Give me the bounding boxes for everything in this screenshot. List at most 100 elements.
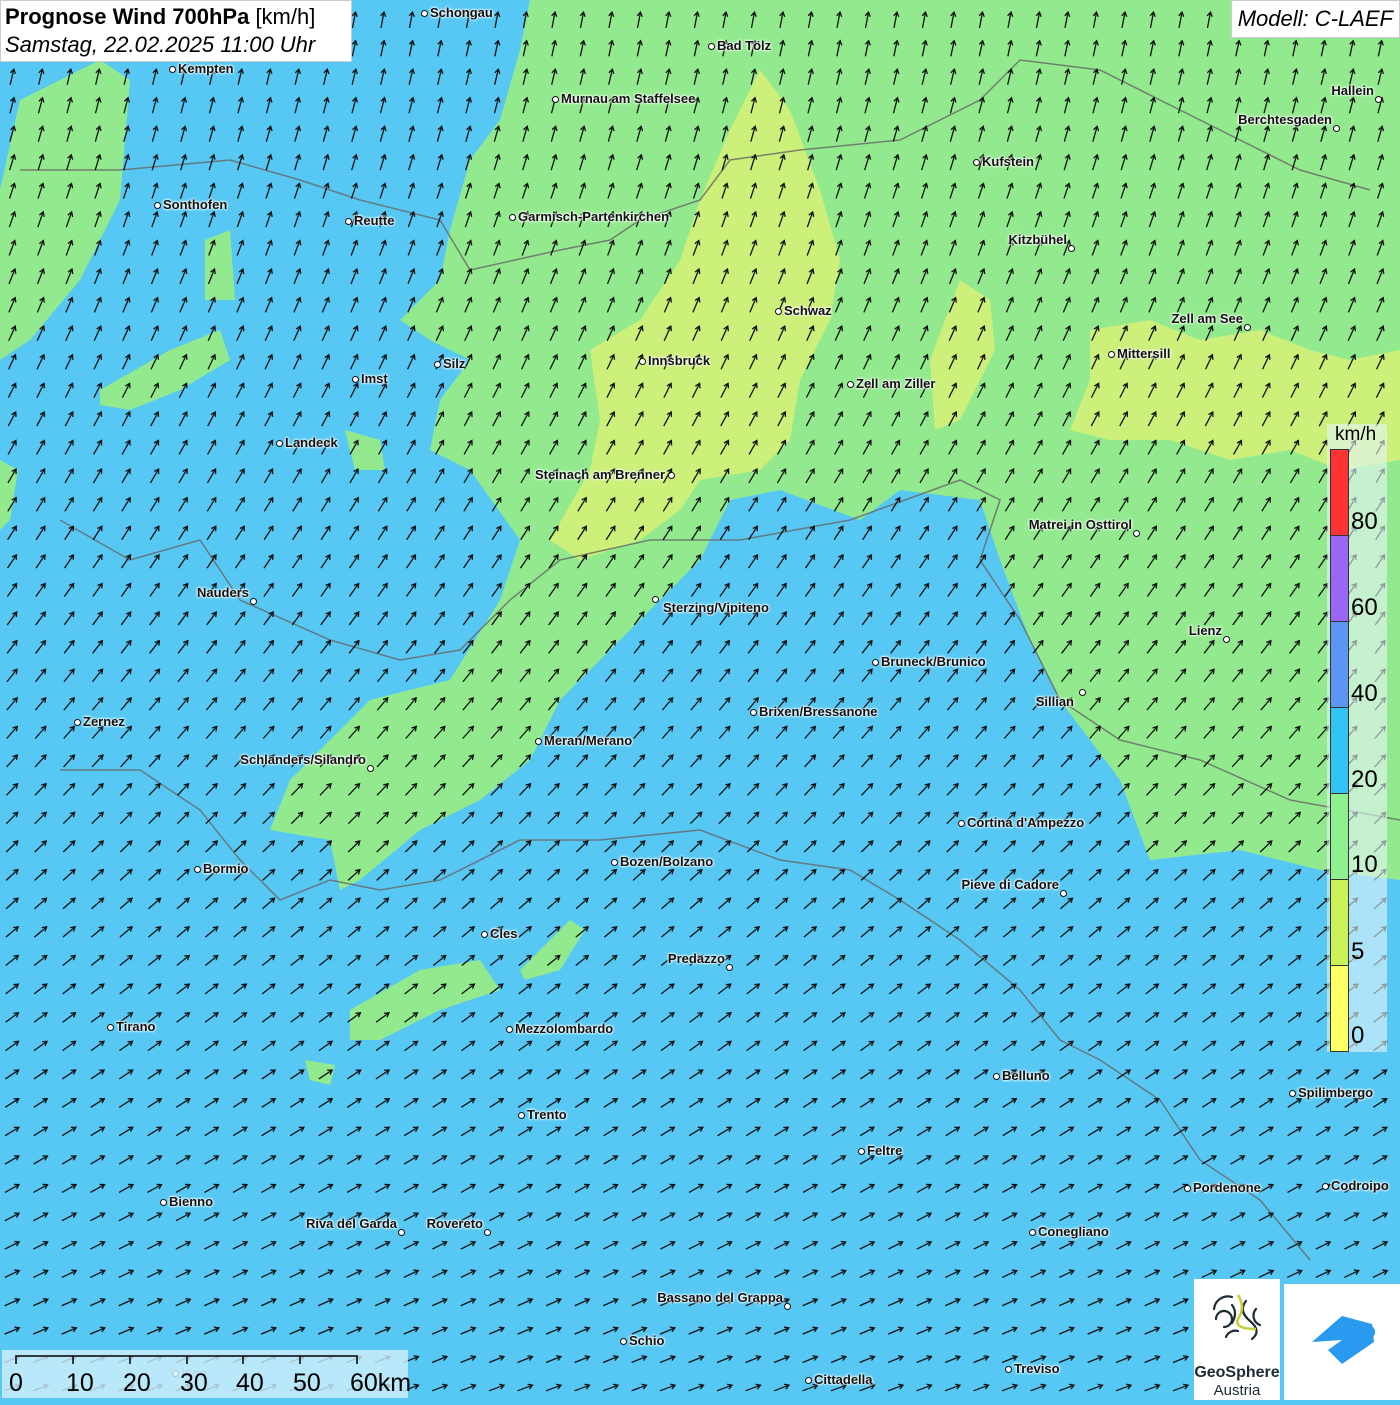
city-label: Sterzing/Vipiteno xyxy=(663,600,769,615)
city-marker xyxy=(667,471,675,479)
scale-label: 0 xyxy=(9,1369,23,1397)
legend-tick: 40 xyxy=(1351,680,1378,707)
geosphere-text: GeoSphere xyxy=(1194,1364,1280,1381)
city-label: Predazzo xyxy=(667,951,725,966)
city-marker xyxy=(846,380,854,388)
city-marker xyxy=(1243,323,1251,331)
city-marker xyxy=(749,708,757,716)
scale-label: 60km xyxy=(350,1369,412,1397)
city-label: Feltre xyxy=(867,1143,903,1158)
city-label: Kempten xyxy=(178,61,234,76)
city-label: Nauders xyxy=(196,585,249,600)
city-marker xyxy=(1332,124,1340,132)
city-marker xyxy=(483,1228,491,1236)
city-label: Trento xyxy=(527,1107,567,1122)
city-label: Schongau xyxy=(430,5,493,20)
city-label: Zell am Ziller xyxy=(856,376,936,391)
city-label: Murnau am Staffelsee xyxy=(561,91,696,106)
city-marker xyxy=(1183,1184,1191,1192)
city-marker xyxy=(1004,1365,1012,1373)
city-marker xyxy=(1107,350,1115,358)
legend-unit: km/h xyxy=(1335,424,1377,445)
city-label: Brixen/Bressanone xyxy=(759,704,878,719)
city-label: Pieve di Cadore xyxy=(961,877,1059,892)
legend-tick: 20 xyxy=(1351,766,1378,793)
geosphere-emblem-icon xyxy=(1212,1294,1262,1341)
scale-ruler xyxy=(15,1355,358,1364)
city-label: Zell am See xyxy=(1171,311,1243,326)
city-label: Pordenone xyxy=(1193,1180,1261,1195)
city-marker xyxy=(551,95,559,103)
city-label: Cles xyxy=(490,926,518,941)
city-label: Mittersill xyxy=(1117,346,1171,361)
city-label: Bad Tölz xyxy=(717,38,772,53)
city-label: Zernez xyxy=(83,714,125,729)
legend-tick: 10 xyxy=(1351,851,1378,878)
city-marker xyxy=(275,439,283,447)
legend-tick: 80 xyxy=(1351,508,1378,535)
mountain-cloud-logo-icon xyxy=(1312,1316,1375,1364)
color-legend: km/h 80 60 40 20 10 5 0 xyxy=(1327,424,1387,1052)
city-marker xyxy=(1059,889,1067,897)
city-label: Reutte xyxy=(354,213,395,228)
legend-swatch xyxy=(1330,707,1349,794)
city-label: Berchtesgaden xyxy=(1238,112,1332,127)
city-label: Innsbruck xyxy=(648,353,711,368)
legend-tick: 0 xyxy=(1351,1022,1365,1049)
city-marker xyxy=(1028,1228,1036,1236)
city-marker xyxy=(992,1072,1000,1080)
city-label: Matrei in Osttirol xyxy=(1028,517,1132,532)
city-marker xyxy=(774,307,782,315)
city-marker xyxy=(480,930,488,938)
city-label: Schwaz xyxy=(784,303,832,318)
city-marker xyxy=(366,764,374,772)
city-marker xyxy=(1321,1182,1329,1190)
city-marker xyxy=(1222,635,1230,643)
legend-swatch xyxy=(1330,965,1349,1052)
legend-swatch xyxy=(1330,879,1349,966)
city-marker xyxy=(638,357,646,365)
city-label: Spilimbergo xyxy=(1298,1085,1374,1100)
city-marker xyxy=(619,1337,627,1345)
city-marker xyxy=(249,597,257,605)
legend-swatch xyxy=(1330,793,1349,880)
city-marker xyxy=(433,360,441,368)
city-marker xyxy=(1067,244,1075,252)
city-marker xyxy=(857,1147,865,1155)
city-label: Codroipo xyxy=(1331,1178,1389,1193)
scale-label: 20 xyxy=(123,1369,151,1397)
city-label: Belluno xyxy=(1002,1068,1050,1083)
city-marker xyxy=(1374,95,1382,103)
city-marker xyxy=(73,718,81,726)
legend-tick: 5 xyxy=(1351,938,1365,965)
partner-logo xyxy=(1284,1284,1400,1400)
legend-swatch xyxy=(1330,621,1349,708)
city-marker xyxy=(508,213,516,221)
title-panel: Prognose Wind 700hPa [km/h] Samstag, 22.… xyxy=(0,0,352,62)
city-marker xyxy=(1078,688,1086,696)
city-marker xyxy=(106,1023,114,1031)
city-label: Bozen/Bolzano xyxy=(620,854,714,869)
city-marker xyxy=(193,865,201,873)
city-label: Tirano xyxy=(116,1019,156,1034)
city-marker xyxy=(534,737,542,745)
city-marker xyxy=(957,819,965,827)
city-marker xyxy=(972,158,980,166)
city-marker xyxy=(651,595,659,603)
city-label: Lienz xyxy=(1188,623,1222,638)
city-label: Schio xyxy=(629,1333,665,1348)
legend-tick: 60 xyxy=(1351,594,1378,621)
city-marker xyxy=(153,201,161,209)
city-marker xyxy=(707,42,715,50)
city-marker xyxy=(344,217,352,225)
city-label: Imst xyxy=(361,371,388,386)
city-marker xyxy=(351,375,359,383)
scale-label: 30 xyxy=(180,1369,208,1397)
city-label: Bruneck/Brunico xyxy=(881,654,986,669)
city-label: Mezzolombardo xyxy=(515,1021,614,1036)
city-marker xyxy=(397,1228,405,1236)
scale-label: 10 xyxy=(66,1369,94,1397)
unit-label: [km/h] xyxy=(255,4,316,29)
city-label: Riva del Garda xyxy=(305,1216,397,1231)
city-label: Silz xyxy=(443,356,466,371)
